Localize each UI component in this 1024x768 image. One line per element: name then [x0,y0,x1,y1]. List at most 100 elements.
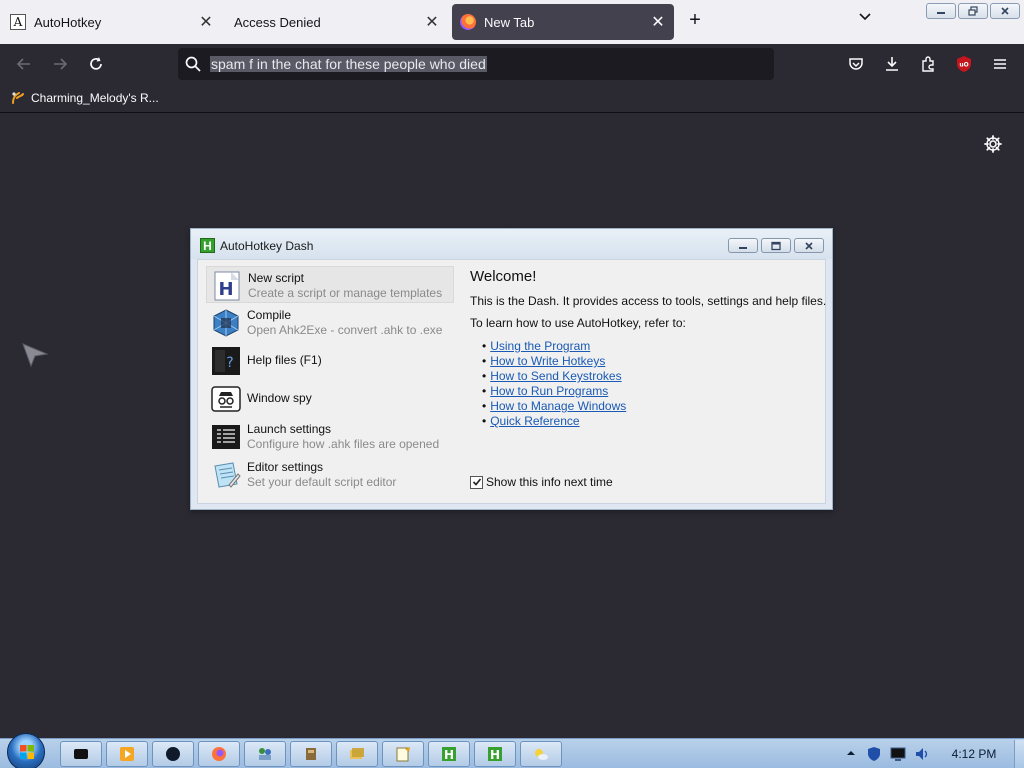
start-button[interactable] [7,733,45,768]
a-letter-icon: A [10,14,26,30]
dash-maximize-button[interactable] [761,238,791,253]
search-icon [185,56,201,72]
taskbar-firefox[interactable] [198,741,240,767]
pocket-button[interactable] [844,52,868,76]
link-how-to-write-hotkeys[interactable]: How to Write Hotkeys [490,354,605,368]
windows-logo-icon [20,745,34,759]
link-using-the-program[interactable]: Using the Program [490,339,590,353]
ublock-button[interactable]: uO [952,52,976,76]
taskbar: H H 4:12 PM [0,733,1024,768]
tab-label: AutoHotkey [34,14,102,30]
help-link-row: • How to Write Hotkeys [482,354,606,368]
close-icon[interactable]: ✕ [196,12,216,32]
back-button[interactable] [12,52,36,76]
chevron-down-icon[interactable] [854,10,876,32]
extensions-button[interactable] [916,52,940,76]
svg-text:H: H [490,748,500,762]
dash-minimize-button[interactable] [728,238,758,253]
close-icon[interactable]: ✕ [422,12,442,32]
hamburger-icon [994,59,1006,69]
tray-expand-icon[interactable] [846,748,856,758]
show-info-row[interactable]: Show this info next time [470,474,613,490]
hamburger-menu-button[interactable] [988,52,1012,76]
taskbar-dark-circle[interactable] [152,741,194,767]
new-script-icon: H [214,271,240,301]
svg-text:H: H [444,748,454,762]
arrow-right-icon [54,58,68,70]
url-input[interactable]: spam f in the chat for these people who … [210,54,487,74]
puzzle-icon [922,56,934,72]
item-desc: Create a script or manage templates [248,286,443,300]
help-link-row: • How to Run Programs [482,384,609,398]
taskbar-media-player[interactable] [106,741,148,767]
help-link-row: • How to Send Keystrokes [482,369,622,383]
bookmark-item[interactable]: Charming_Melody's R... [10,89,159,107]
dash-body: H New script Create a script or manage t… [197,259,826,504]
url-bar[interactable]: spam f in the chat for these people who … [178,48,774,80]
new-tab-button[interactable]: + [684,10,706,32]
navigation-toolbar: spam f in the chat for these people who … [0,44,1024,84]
link-how-to-run-programs[interactable]: How to Run Programs [490,384,608,398]
show-desktop-button[interactable] [1014,740,1024,768]
item-desc: Set your default script editor [247,475,397,489]
window-close-button[interactable] [990,3,1020,19]
link-how-to-send-keystrokes[interactable]: How to Send Keystrokes [490,369,621,383]
taskbar-terminal[interactable] [60,741,102,767]
help-link-row: • How to Manage Windows [482,399,627,413]
firefox-icon [212,747,226,761]
autohotkey-icon: H [442,747,456,762]
reload-button[interactable] [84,52,108,76]
dash-close-button[interactable] [794,238,824,253]
tab-access-denied[interactable]: Access Denied ✕ [226,4,448,40]
taskbar-notepad[interactable] [382,741,424,767]
dash-item-window-spy[interactable]: Window spy [206,380,454,417]
dash-item-new-script[interactable]: H New script Create a script or manage t… [206,266,454,303]
autohotkey-dash-window: H AutoHotkey Dash H New script Create a … [190,228,833,510]
window-minimize-button[interactable] [926,3,956,19]
squiggle-icon [12,92,24,104]
dash-item-help-files[interactable]: ? Help files (F1) [206,342,454,379]
window-spy-icon [211,386,241,412]
taskbar-folders[interactable] [336,741,378,767]
dash-item-editor-settings[interactable]: Editor settings Set your default script … [206,456,454,493]
taskbar-autohotkey-2[interactable]: H [474,741,516,767]
taskbar-autohotkey-1[interactable]: H [428,741,470,767]
downloads-button[interactable] [880,52,904,76]
reload-icon [90,57,102,70]
autohotkey-logo-icon: H [200,238,215,253]
dash-title: AutoHotkey Dash [220,239,314,253]
link-quick-reference[interactable]: Quick Reference [490,414,579,428]
window-restore-button[interactable] [958,3,988,19]
tab-new-tab[interactable]: New Tab ✕ [452,4,674,40]
archive-icon [306,748,316,760]
tab-label: New Tab [484,14,535,30]
dash-item-compile[interactable]: Compile Open Ahk2Exe - convert .ahk to .… [206,304,454,341]
welcome-learn-text: To learn how to use AutoHotkey, refer to… [470,316,686,330]
editor-settings-icon [214,462,241,488]
tab-strip: A AutoHotkey ✕ Access Denied ✕ New Tab ✕… [0,0,1024,44]
media-player-icon [120,747,134,761]
dash-titlebar[interactable]: H AutoHotkey Dash [191,229,832,259]
tab-autohotkey[interactable]: A AutoHotkey ✕ [4,4,222,40]
taskbar-network-users[interactable] [244,741,286,767]
tab-label: Access Denied [234,14,321,30]
show-info-checkbox[interactable] [470,475,483,489]
security-shield-icon[interactable] [866,746,882,762]
welcome-heading: Welcome! [470,268,537,285]
clock[interactable]: 4:12 PM [940,747,1008,761]
dash-item-launch-settings[interactable]: Launch settings Configure how .ahk files… [206,418,454,455]
url-text: spam f in the chat for these people who … [210,56,487,72]
monitor-icon[interactable] [890,746,906,762]
launch-settings-icon [212,425,240,449]
link-how-to-manage-windows[interactable]: How to Manage Windows [490,399,626,413]
item-title: Editor settings [247,460,324,474]
taskbar-archive[interactable] [290,741,332,767]
pocket-icon [849,58,863,70]
item-desc: Open Ahk2Exe - convert .ahk to .exe [247,323,443,337]
volume-icon[interactable] [914,746,930,762]
close-icon[interactable]: ✕ [648,12,668,32]
gear-icon[interactable] [982,133,1004,155]
taskbar-weather[interactable] [520,741,562,767]
checkmark-icon [472,478,481,486]
forward-button[interactable] [48,52,72,76]
